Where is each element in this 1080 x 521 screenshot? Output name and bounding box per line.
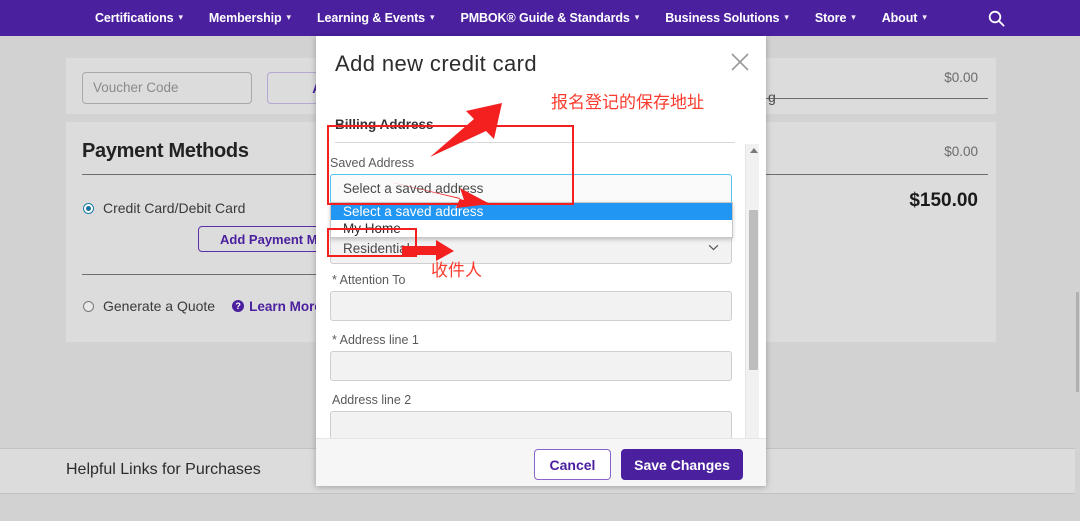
voucher-code-input[interactable]: Voucher Code xyxy=(82,72,252,104)
radio-icon[interactable] xyxy=(83,202,94,214)
nav-item-label: Store xyxy=(814,11,847,25)
nav-item-certifications[interactable]: Certifications ▾ xyxy=(82,11,196,25)
nav-item-label: Learning & Events xyxy=(316,11,426,25)
page-scrollbar[interactable] xyxy=(1075,72,1080,521)
add-credit-card-modal: Add new credit card Billing Address Save… xyxy=(316,36,766,486)
modal-subtitle: Billing Address xyxy=(335,117,434,132)
address-type-value: Residential xyxy=(343,241,410,256)
search-icon[interactable] xyxy=(988,10,1005,27)
cancel-button[interactable]: Cancel xyxy=(534,449,611,480)
saved-address-label: Saved Address xyxy=(330,156,415,170)
radio-label: Credit Card/Debit Card xyxy=(103,200,246,216)
helpful-links-label: Helpful Links for Purchases xyxy=(66,461,261,478)
radio-label: Generate a Quote xyxy=(103,298,216,314)
radio-credit-card[interactable]: Credit Card/Debit Card xyxy=(83,200,245,216)
summary-row-partial-label: g xyxy=(768,89,776,105)
address-line-1-input[interactable] xyxy=(330,351,732,381)
summary-row-2-value: $0.00 xyxy=(944,144,978,159)
saved-address-selected-value: Select a saved address xyxy=(343,181,484,196)
summary-row-1-value: $0.00 xyxy=(944,70,978,85)
modal-title: Add new credit card xyxy=(335,51,538,76)
nav-items: Certifications ▾ Membership ▾ Learning &… xyxy=(82,10,1005,27)
page-title: Payment Methods xyxy=(82,140,249,162)
attention-to-input[interactable] xyxy=(330,291,732,321)
chevron-down-icon: ▾ xyxy=(430,11,435,22)
nav-item-label: Certifications xyxy=(95,11,174,25)
modal-footer: Cancel Save Changes xyxy=(316,438,766,486)
nav-item-learning-events[interactable]: Learning & Events ▾ xyxy=(304,11,447,25)
close-icon[interactable] xyxy=(728,50,752,74)
scroll-up-arrow-icon[interactable] xyxy=(750,148,758,153)
info-icon: ? xyxy=(232,300,245,312)
nav-item-label: About xyxy=(881,11,918,25)
modal-scrollbar[interactable] xyxy=(745,144,759,476)
attention-to-label: * Attention To xyxy=(332,273,406,287)
modal-form-body: Saved Address Select a saved address Res… xyxy=(316,146,766,476)
page-scrollbar-thumb[interactable] xyxy=(1076,292,1079,392)
dropdown-option-select-a-saved-address[interactable]: Select a saved address xyxy=(331,203,732,220)
chevron-down-icon: ▾ xyxy=(851,11,856,22)
modal-scrollbar-thumb[interactable] xyxy=(749,210,758,370)
chevron-down-icon: ▾ xyxy=(634,11,640,22)
nav-item-label: Business Solutions xyxy=(665,11,780,25)
address-line-2-label: Address line 2 xyxy=(332,393,412,407)
nav-item-business-solutions[interactable]: Business Solutions ▾ xyxy=(652,11,802,25)
address-line-2-input[interactable] xyxy=(330,411,732,441)
learn-more-link[interactable]: ? Learn More xyxy=(232,299,322,314)
nav-item-label: Membership xyxy=(208,11,282,25)
screen-root: Certifications ▾ Membership ▾ Learning &… xyxy=(0,0,1080,521)
summary-total-value: $150.00 xyxy=(909,190,978,211)
nav-item-membership[interactable]: Membership ▾ xyxy=(196,11,304,25)
saved-address-dropdown-list[interactable]: Select a saved address My Home xyxy=(330,202,733,238)
nav-item-pmbok-guide-standards[interactable]: PMBOK® Guide & Standards ▾ xyxy=(447,11,652,25)
save-changes-button[interactable]: Save Changes xyxy=(621,449,743,480)
chevron-down-icon: ▾ xyxy=(922,11,927,22)
chevron-down-icon xyxy=(708,244,719,251)
radio-generate-quote[interactable]: Generate a Quote ? Learn More xyxy=(83,298,322,314)
address-line-1-label: * Address line 1 xyxy=(332,333,419,347)
chevron-down-icon: ▾ xyxy=(178,11,183,22)
chevron-down-icon: ▾ xyxy=(784,11,789,22)
dropdown-option-my-home[interactable]: My Home xyxy=(331,220,732,237)
nav-item-about[interactable]: About ▾ xyxy=(869,11,940,25)
learn-more-label: Learn More xyxy=(249,298,322,314)
nav-item-label: PMBOK® Guide & Standards xyxy=(460,11,630,25)
radio-icon[interactable] xyxy=(83,300,94,312)
chevron-down-icon: ▾ xyxy=(286,11,292,22)
top-navigation-bar: Certifications ▾ Membership ▾ Learning &… xyxy=(0,0,1080,36)
saved-address-select[interactable]: Select a saved address xyxy=(330,174,732,204)
modal-divider xyxy=(335,142,735,143)
nav-item-store[interactable]: Store ▾ xyxy=(802,11,869,25)
address-type-select[interactable]: Residential xyxy=(330,234,732,264)
